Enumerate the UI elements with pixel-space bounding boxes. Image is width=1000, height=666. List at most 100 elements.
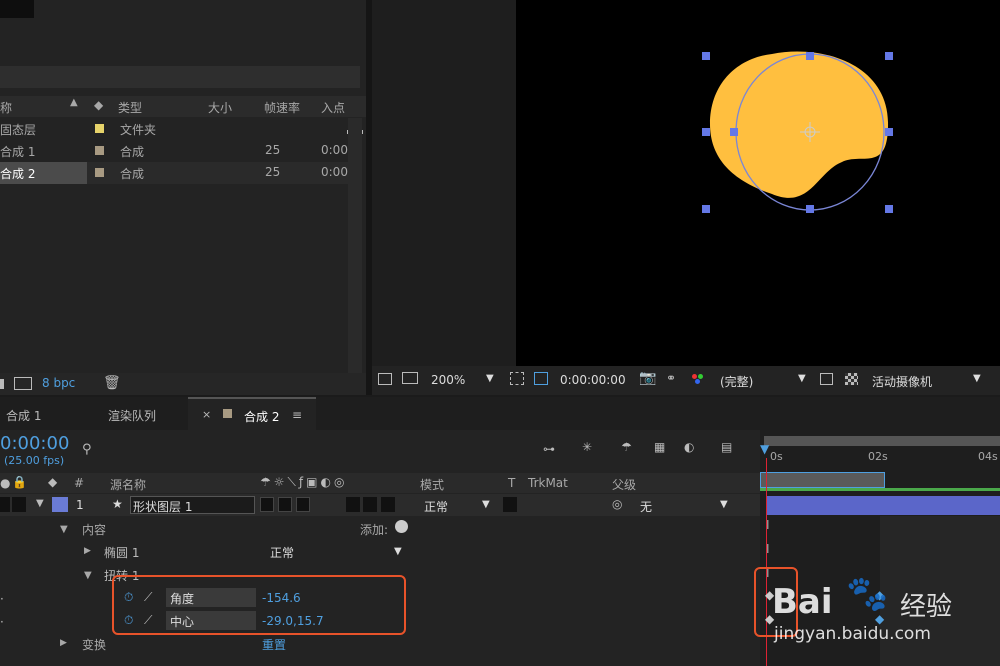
current-time-display[interactable]: 0:00:00 bbox=[0, 433, 69, 454]
work-area-bar[interactable] bbox=[764, 436, 1000, 446]
add-menu[interactable]: 添加: bbox=[360, 521, 388, 538]
viewer-timecode[interactable]: 0:00:00:00 bbox=[560, 373, 626, 387]
safe-margins-icon[interactable] bbox=[510, 372, 524, 385]
playhead-icon[interactable]: ▼ bbox=[760, 442, 769, 456]
snapshot-icon[interactable]: 📷 bbox=[639, 370, 656, 386]
tab-label: 合成 1 bbox=[6, 409, 42, 423]
shy-switch[interactable] bbox=[260, 497, 274, 512]
blend-mode-dropdown[interactable]: 正常 bbox=[424, 498, 448, 515]
chevron-down-icon[interactable]: ▼ bbox=[394, 546, 402, 557]
frame-blending-icon[interactable]: ▦ bbox=[654, 440, 665, 454]
switch[interactable] bbox=[381, 497, 395, 512]
shape-layer-preview[interactable] bbox=[702, 44, 902, 224]
viewer-toolbar: 200% ▼ 0:00:00:00 📷 ⚭ (完整) ▼ 活动摄像机 ▼ bbox=[372, 366, 1000, 395]
timeline-panel: 0:00:00 (25.00 fps) ⚲ ⊶ ✳ ☂ ▦ ◐ ▤ ● 🔒 ◆ … bbox=[0, 430, 1000, 666]
watermark-brand2: 经验 bbox=[900, 592, 953, 622]
tab-menu-icon[interactable]: ≡ bbox=[292, 408, 302, 422]
preserve-transparency-header[interactable]: T bbox=[508, 476, 515, 490]
expand-arrow-icon[interactable]: ▼ bbox=[36, 498, 44, 509]
name-column-header[interactable]: 称 bbox=[0, 99, 12, 116]
type-column-header[interactable]: 类型 bbox=[118, 99, 142, 116]
ruler-tick-label: 0s bbox=[770, 450, 783, 463]
chevron-down-icon[interactable]: ▼ bbox=[973, 373, 981, 384]
switch[interactable] bbox=[346, 497, 360, 512]
project-item-comp2[interactable]: 合成 2 合成 25 0:00 bbox=[0, 162, 350, 184]
trash-icon[interactable]: 🗑 bbox=[103, 375, 121, 391]
layer-duration-bar[interactable] bbox=[766, 496, 1000, 515]
collapse-arrow-icon[interactable]: ▶ bbox=[84, 546, 91, 556]
project-footer: 8 bpc 🗑 bbox=[0, 373, 366, 395]
work-area-range[interactable] bbox=[760, 472, 885, 488]
shy-layers-icon[interactable]: ☂ bbox=[621, 440, 632, 454]
collapse-switch[interactable] bbox=[278, 497, 292, 512]
in-column-header[interactable]: 入点 bbox=[321, 99, 345, 116]
pasteboard bbox=[372, 0, 516, 366]
monitor-icon[interactable] bbox=[402, 372, 418, 384]
mask-visibility-icon[interactable] bbox=[534, 372, 548, 385]
expand-arrow-icon[interactable]: ▼ bbox=[60, 524, 68, 535]
search-icon[interactable]: ⚲ bbox=[82, 442, 92, 457]
bpc-toggle[interactable]: 8 bpc bbox=[42, 376, 75, 390]
chevron-down-icon[interactable]: ▼ bbox=[720, 499, 728, 510]
label-tag-icon[interactable]: ◆ bbox=[48, 475, 57, 489]
contents-group[interactable]: 内容 bbox=[82, 521, 106, 538]
draft-3d-icon[interactable]: ✳ bbox=[582, 440, 592, 454]
add-play-icon[interactable] bbox=[395, 520, 408, 533]
quality-switch[interactable] bbox=[296, 497, 310, 512]
mode-header[interactable]: 模式 bbox=[420, 476, 444, 493]
transform-group[interactable]: 变换 bbox=[82, 636, 106, 653]
sort-arrow-icon[interactable]: ▲ bbox=[70, 97, 78, 108]
layer-label-color[interactable] bbox=[52, 497, 68, 512]
chevron-down-icon[interactable]: ▼ bbox=[486, 373, 494, 384]
ellipse-group[interactable]: 椭圆 1 bbox=[104, 544, 139, 561]
layer-number-header[interactable]: # bbox=[74, 476, 84, 490]
transparency-grid-icon[interactable] bbox=[845, 373, 858, 385]
timeline-tabs: 合成 1 渲染队列 × 合成 2 ≡ bbox=[0, 397, 1000, 430]
size-column-header[interactable]: 大小 bbox=[208, 99, 232, 116]
project-item-solids[interactable]: 固态层 文件夹 bbox=[0, 118, 350, 140]
project-item-comp1[interactable]: 合成 1 合成 25 0:00 bbox=[0, 140, 350, 162]
image-settings-icon[interactable] bbox=[14, 377, 32, 390]
motion-blur-icon[interactable]: ◐ bbox=[684, 440, 694, 454]
parent-dropdown[interactable]: 无 bbox=[640, 498, 652, 515]
expand-arrow-icon[interactable]: ▼ bbox=[84, 570, 92, 581]
tab-comp2[interactable]: × 合成 2 ≡ bbox=[188, 397, 316, 430]
always-preview-icon[interactable] bbox=[378, 373, 392, 385]
item-name: 合成 1 bbox=[0, 145, 36, 159]
collapse-arrow-icon[interactable]: ▶ bbox=[60, 638, 67, 648]
zoom-dropdown[interactable]: 200% bbox=[431, 373, 465, 387]
visibility-icon[interactable]: ● bbox=[0, 476, 10, 490]
lock-icon[interactable]: 🔒 bbox=[12, 475, 27, 489]
project-scrollbar[interactable] bbox=[348, 118, 362, 373]
watermark-brand: Bai bbox=[772, 582, 833, 622]
parent-header[interactable]: 父级 bbox=[612, 476, 636, 493]
resolution-dropdown[interactable]: (完整) bbox=[720, 373, 753, 390]
footer-icon[interactable] bbox=[0, 379, 4, 389]
camera-dropdown[interactable]: 活动摄像机 bbox=[872, 373, 932, 390]
close-icon[interactable]: × bbox=[202, 408, 211, 421]
fps-column-header[interactable]: 帧速率 bbox=[264, 99, 300, 116]
reset-link[interactable]: 重置 bbox=[262, 636, 286, 653]
tab-comp1[interactable]: 合成 1 bbox=[0, 397, 78, 430]
region-of-interest-icon[interactable] bbox=[820, 373, 833, 385]
keyframe-marker-icon: I bbox=[766, 542, 770, 556]
project-search[interactable] bbox=[0, 66, 360, 88]
preserve-transparency-checkbox[interactable] bbox=[503, 497, 517, 512]
ellipse-mode-dropdown[interactable]: 正常 bbox=[270, 544, 294, 561]
switch[interactable] bbox=[363, 497, 377, 512]
layer-row[interactable]: ▼ 1 ★ 形状图层 1 正常 ▼ ◎ 无 ▼ bbox=[0, 494, 760, 516]
tab-render-queue[interactable]: 渲染队列 bbox=[94, 397, 184, 430]
switches-icon[interactable]: ☂☼⟍ƒ▣◐◎ bbox=[260, 475, 347, 490]
chevron-down-icon[interactable]: ▼ bbox=[798, 373, 806, 384]
composition-viewer[interactable] bbox=[372, 0, 1000, 366]
label-tag-icon[interactable]: ◆ bbox=[94, 98, 103, 112]
chevron-down-icon[interactable]: ▼ bbox=[482, 499, 490, 510]
comp-flowchart-icon[interactable]: ⊶ bbox=[543, 442, 555, 456]
pickwhip-icon[interactable]: ◎ bbox=[612, 497, 622, 511]
trkmat-header[interactable]: TrkMat bbox=[528, 476, 568, 490]
show-snapshot-icon[interactable]: ⚭ bbox=[666, 371, 676, 385]
timeline-search-input[interactable] bbox=[98, 440, 478, 460]
layer-name-field[interactable]: 形状图层 1 bbox=[130, 496, 255, 514]
source-name-header[interactable]: 源名称 bbox=[110, 476, 146, 493]
graph-editor-icon[interactable]: ▤ bbox=[721, 440, 732, 454]
